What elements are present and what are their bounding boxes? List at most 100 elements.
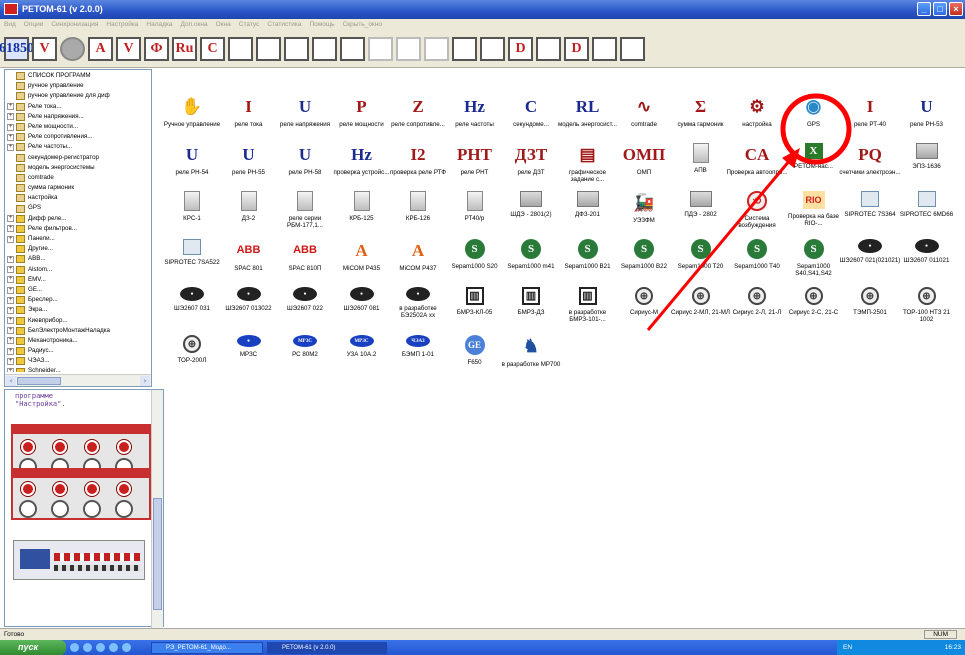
expand-icon[interactable]: + [7, 113, 14, 121]
program-item[interactable]: ▥ в разработке БМРЗ-101-... [557, 287, 619, 347]
tree-item[interactable]: + Бреслер... [7, 295, 151, 305]
program-item[interactable]: ⊕ ТОР-100 НТЗ 21 1002 [896, 287, 958, 347]
toolbar-button[interactable] [592, 36, 617, 61]
tree-item[interactable]: + Реле сопротивления... [7, 132, 151, 142]
toolbar-button[interactable]: Ru [172, 36, 197, 61]
tree-item[interactable]: + Экра... [7, 305, 151, 315]
program-item[interactable]: ⊕ ТЭМП-2501 [839, 287, 901, 347]
expand-icon[interactable]: + [7, 276, 14, 284]
tree-item[interactable]: GPS [7, 203, 151, 213]
program-item[interactable]: ⊕ Сириус 2-МЛ, 21-МЛ [670, 287, 732, 347]
menu-item[interactable]: Скрыть_окно [343, 21, 382, 30]
expand-icon[interactable]: + [7, 286, 14, 294]
toolbar-button[interactable] [424, 36, 449, 61]
toolbar-button[interactable] [368, 36, 393, 61]
tree-item[interactable]: секундомер-регистратор [7, 153, 151, 163]
toolbar-button[interactable]: D [508, 36, 533, 61]
menu-item[interactable]: Наладка [146, 21, 172, 30]
tree-item[interactable]: + Дифф реле... [7, 214, 151, 224]
menu-item[interactable]: Окна [216, 21, 231, 30]
expand-icon[interactable]: + [7, 143, 14, 151]
tree-item[interactable]: + Реле мощности... [7, 122, 151, 132]
quicklaunch-icon[interactable] [83, 643, 92, 652]
tree-item[interactable]: + ABB... [7, 254, 151, 264]
toolbar-button[interactable]: C [200, 36, 225, 61]
expand-icon[interactable]: + [7, 368, 14, 372]
tree-item[interactable]: + БелЭлектроМонтажНаладка [7, 326, 151, 336]
language-indicator[interactable]: EN [843, 644, 852, 651]
toolbar-button[interactable] [480, 36, 505, 61]
toolbar-button[interactable] [452, 36, 477, 61]
tree-item[interactable]: + Реле частоты... [7, 142, 151, 152]
tree-item[interactable]: + Панели... [7, 234, 151, 244]
menu-item[interactable]: Статус [239, 21, 260, 30]
scroll-right-icon[interactable]: › [140, 376, 150, 386]
expand-icon[interactable]: + [7, 296, 14, 304]
expand-icon[interactable]: + [7, 235, 14, 243]
tree-item[interactable]: модель энергосистемы [7, 163, 151, 173]
program-item[interactable]: ⊕ Сириус 2-С, 21-С [783, 287, 845, 347]
quicklaunch-icon[interactable] [70, 643, 79, 652]
toolbar-button[interactable]: V [32, 36, 57, 61]
tree-item[interactable]: + Реле напряжения... [7, 112, 151, 122]
tree-item[interactable]: + Механотроника... [7, 336, 151, 346]
program-item[interactable]: МРЗС УЗА 10А.2 [331, 335, 393, 395]
expand-icon[interactable]: + [7, 255, 14, 263]
toolbar-button[interactable]: 61850 [0, 36, 34, 61]
toolbar-button[interactable]: V [116, 36, 141, 61]
menu-item[interactable]: Статистика [267, 21, 301, 30]
tree-item[interactable]: comtrade [7, 173, 151, 183]
preview-vertical-scrollbar[interactable] [151, 390, 163, 628]
toolbar-button[interactable] [256, 36, 281, 61]
expand-icon[interactable]: + [7, 123, 14, 131]
quicklaunch-icon[interactable] [122, 643, 131, 652]
quicklaunch-icon[interactable] [96, 643, 105, 652]
menu-item[interactable]: Синхронизация [51, 21, 98, 30]
expand-icon[interactable]: + [7, 327, 14, 335]
tree-item[interactable]: + EMV... [7, 275, 151, 285]
scroll-thumb[interactable] [153, 498, 162, 610]
expand-icon[interactable]: + [7, 306, 14, 314]
program-item[interactable]: ● МРЗС [218, 335, 280, 395]
tree-item[interactable]: + GE... [7, 285, 151, 295]
quicklaunch-icon[interactable] [109, 643, 118, 652]
toolbar-button[interactable] [284, 36, 309, 61]
tree-item[interactable]: ручное управление [7, 81, 151, 91]
tree-item[interactable]: + ЧЭАЗ... [7, 356, 151, 366]
program-item[interactable]: GE F650 [444, 335, 506, 395]
menu-item[interactable]: Доп.окна [181, 21, 208, 30]
taskbar-task-retom[interactable]: РЕТОМ-61 (v 2.0.0) [267, 641, 387, 654]
expand-icon[interactable]: + [7, 347, 14, 355]
program-item[interactable]: ♞ в разработке МР700 [500, 335, 562, 395]
scroll-thumb[interactable] [17, 377, 61, 385]
menu-item[interactable]: Опции [24, 21, 44, 30]
tree-item[interactable]: СПИСОК ПРОГРАММ [7, 71, 151, 81]
toolbar-button[interactable] [396, 36, 421, 61]
tree-item[interactable]: настройка [7, 193, 151, 203]
expand-icon[interactable]: + [7, 317, 14, 325]
expand-icon[interactable]: + [7, 266, 14, 274]
tree-item[interactable]: + Schneider... [7, 366, 151, 372]
tree-item[interactable]: Другие... [7, 244, 151, 254]
tree-horizontal-scrollbar[interactable]: ‹ › [5, 374, 151, 386]
tree-item[interactable]: ручное управление для диф [7, 91, 151, 101]
toolbar-button[interactable] [340, 36, 365, 61]
program-item[interactable]: ⊕ ТОР-200Л [161, 335, 223, 395]
toolbar-button[interactable] [620, 36, 645, 61]
program-item[interactable]: ЧЭАЗ БЭМП 1-01 [387, 335, 449, 395]
expand-icon[interactable]: + [7, 357, 14, 365]
expand-icon[interactable]: + [7, 133, 14, 141]
scroll-left-icon[interactable]: ‹ [6, 376, 16, 386]
tree-item[interactable]: + Реле фильтров... [7, 224, 151, 234]
close-button[interactable]: × [949, 2, 963, 16]
expand-icon[interactable]: + [7, 103, 14, 111]
toolbar-button[interactable] [60, 36, 85, 61]
tree-item[interactable]: сумма гармоник [7, 183, 151, 193]
program-item[interactable]: МРЗС РС 80М2 [274, 335, 336, 395]
toolbar-button[interactable] [228, 36, 253, 61]
tree-item[interactable]: + Киевприбор... [7, 316, 151, 326]
tree-item[interactable]: + Alstom... [7, 265, 151, 275]
toolbar-button[interactable]: A [88, 36, 113, 61]
toolbar-button[interactable]: D [564, 36, 589, 61]
minimize-button[interactable]: _ [917, 2, 931, 16]
